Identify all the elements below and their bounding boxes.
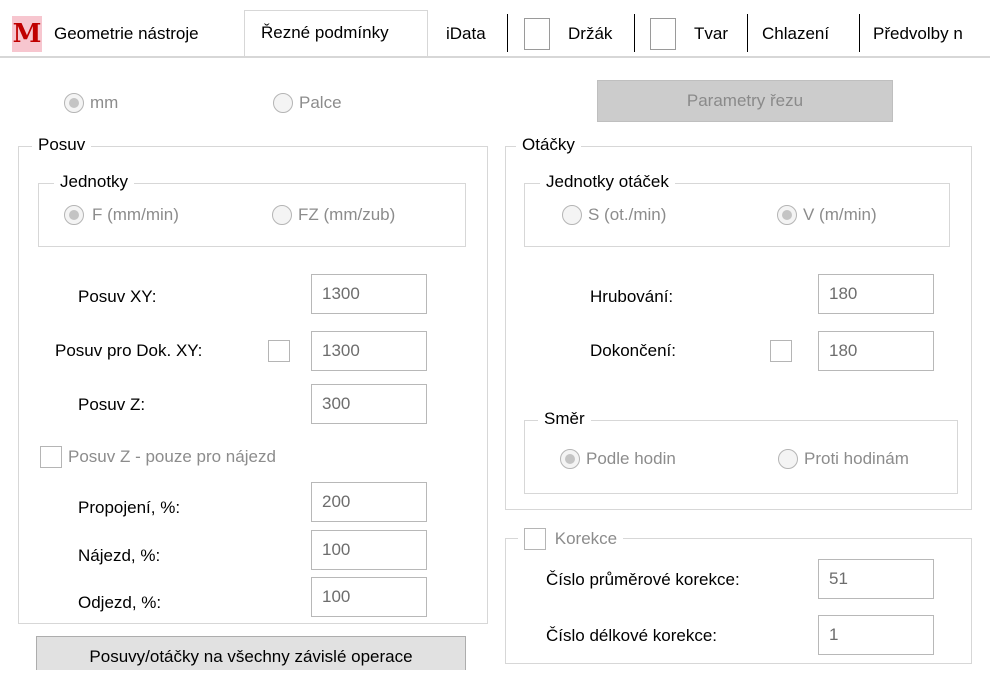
feed-group-title: Posuv: [32, 134, 92, 156]
retract-percent-input[interactable]: 100: [311, 577, 427, 617]
feed-xy-input[interactable]: 1300: [311, 274, 427, 314]
radio-inches[interactable]: [273, 93, 293, 113]
length-correction-label: Číslo délkové korekce:: [546, 626, 718, 645]
finishing-label: Dokončení:: [590, 341, 676, 360]
roughing-input[interactable]: 180: [818, 274, 934, 314]
tab-shape[interactable]: Tvar: [694, 14, 728, 54]
tab-cooling[interactable]: Chlazení: [762, 14, 829, 54]
radio-inches-label: Palce: [299, 93, 342, 112]
radio-mm-label: mm: [90, 93, 119, 112]
tab-idata[interactable]: iData: [446, 14, 486, 54]
approach-percent-input[interactable]: 100: [311, 530, 427, 570]
diameter-correction-label: Číslo průměrové korekce:: [546, 570, 740, 589]
cut-params-button[interactable]: Parametry řezu: [597, 80, 893, 122]
tab-geometry[interactable]: Geometrie nástroje: [54, 14, 199, 54]
tab-shape-icon: [650, 18, 676, 50]
radio-speed-v-label: V (m/min): [803, 205, 877, 224]
radio-direction-cw-label: Podle hodin: [586, 449, 676, 468]
retract-percent-label: Odjezd, %:: [78, 593, 162, 612]
correction-checkbox[interactable]: [524, 527, 546, 550]
radio-feed-fz-label: FZ (mm/zub): [298, 205, 396, 224]
feed-finish-xy-label: Posuv pro Dok. XY:: [55, 341, 203, 360]
radio-speed-v[interactable]: [777, 205, 797, 225]
finishing-input[interactable]: 180: [818, 331, 934, 371]
speed-units-title: Jednotky otáček: [540, 171, 675, 193]
tab-separator: [507, 14, 508, 52]
speed-group-title: Otáčky: [516, 134, 581, 156]
feed-z-input[interactable]: 300: [311, 384, 427, 424]
link-percent-input[interactable]: 200: [311, 482, 427, 522]
tab-holder[interactable]: Držák: [568, 14, 612, 54]
finishing-checkbox[interactable]: [770, 340, 792, 362]
feed-z-label: Posuv Z:: [78, 395, 146, 414]
tab-baseline: [0, 56, 990, 58]
radio-direction-ccw-label: Proti hodinám: [804, 449, 909, 468]
tab-separator: [859, 14, 860, 52]
diameter-correction-input[interactable]: 51: [818, 559, 934, 599]
feed-finish-xy-checkbox[interactable]: [268, 340, 290, 362]
feed-finish-xy-input[interactable]: 1300: [311, 331, 427, 371]
radio-speed-s-label: S (ot./min): [588, 205, 667, 224]
direction-title: Směr: [538, 408, 591, 430]
radio-direction-ccw[interactable]: [778, 449, 798, 469]
correction-title: Korekce: [554, 528, 618, 548]
tab-cutting-conditions[interactable]: Řezné podmínky: [244, 10, 428, 56]
radio-feed-f-label: F (mm/min): [92, 205, 179, 224]
feed-z-approach-label: Posuv Z - pouze pro nájezd: [68, 447, 276, 466]
feed-z-approach-checkbox[interactable]: [40, 446, 62, 468]
apply-all-button[interactable]: Posuvy/otáčky na všechny závislé operace: [36, 636, 466, 670]
radio-feed-f[interactable]: [64, 205, 84, 225]
feed-units-title: Jednotky: [54, 171, 135, 193]
tab-preferences[interactable]: Předvolby n: [873, 14, 963, 54]
tab-separator: [747, 14, 748, 52]
radio-feed-fz[interactable]: [272, 205, 292, 225]
tab-holder-icon: [524, 18, 550, 50]
radio-mm[interactable]: [64, 93, 84, 113]
length-correction-input[interactable]: 1: [818, 615, 934, 655]
link-percent-label: Propojení, %:: [78, 498, 181, 517]
tab-separator: [634, 14, 635, 52]
radio-direction-cw[interactable]: [560, 449, 580, 469]
app-logo-icon: M: [12, 16, 42, 52]
radio-speed-s[interactable]: [562, 205, 582, 225]
roughing-label: Hrubování:: [590, 287, 674, 306]
feed-xy-label: Posuv XY:: [78, 287, 157, 306]
tab-strip: M Geometrie nástroje Řezné podmínky iDat…: [0, 0, 990, 58]
approach-percent-label: Nájezd, %:: [78, 546, 161, 565]
correction-title-wrap: Korekce: [518, 527, 624, 550]
